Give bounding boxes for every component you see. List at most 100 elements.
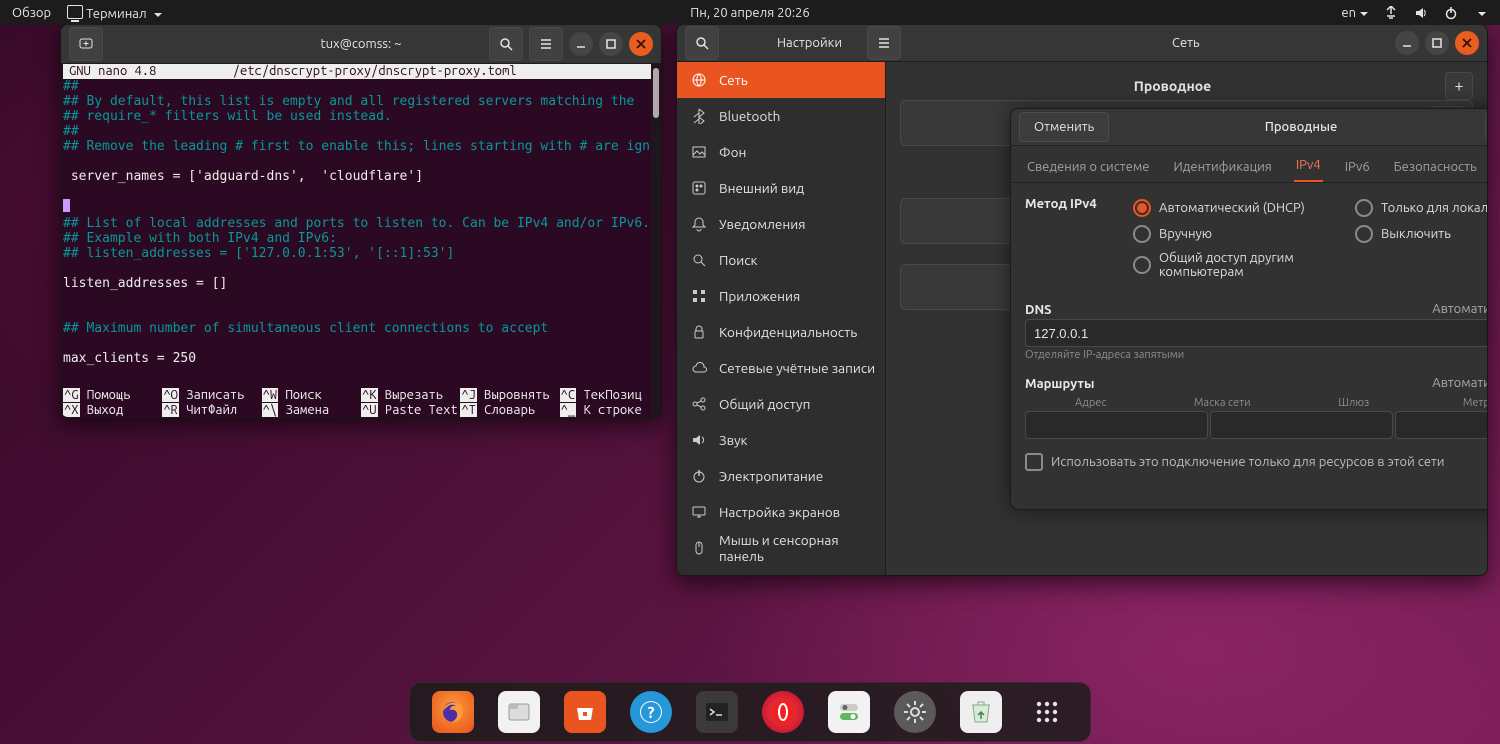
sidebar-item-power[interactable]: Электропитание [677,458,885,494]
minimize-button[interactable] [569,32,593,56]
sidebar-item-label: Настройка экранов [719,504,840,520]
terminal-content[interactable]: GNU nano 4.8 /etc/dnscrypt-proxy/dnscryp… [61,64,661,418]
dock-app-firefox[interactable] [432,691,474,733]
appearance-icon [691,180,707,196]
route-gw-input[interactable] [1395,411,1488,439]
dock-app-opera[interactable] [762,691,804,733]
sidebar-item-label: Поиск [719,252,757,268]
sidebar-item-cloud[interactable]: Сетевые учётные записи [677,350,885,386]
ipv4-method-off[interactable]: Выключить [1355,225,1488,243]
svg-text:?: ? [647,704,654,722]
sidebar-item-label: Приложения [719,288,800,304]
ipv4-method-manual[interactable]: Вручную [1133,225,1355,243]
new-tab-button[interactable] [69,27,103,61]
volume-icon[interactable] [1414,6,1428,20]
routes-label: Маршруты [1025,377,1094,391]
section-wired-title: Проводное [900,78,1445,94]
terminal-window: tux@comss: ~ GNU nano 4.8 /etc/dnscrypt-… [60,24,662,418]
activities-button[interactable]: Обзор [12,6,51,20]
cloud-icon [691,360,707,376]
add-connection-button[interactable]: + [1445,72,1473,100]
dialog-title: Проводные [1265,120,1338,134]
dock-app-software[interactable] [564,691,606,733]
share-icon [691,396,707,412]
dock-app-tweaks[interactable] [828,691,870,733]
chevron-down-icon[interactable] [1478,12,1486,20]
sidebar-item-search[interactable]: Поиск [677,242,885,278]
tab-security[interactable]: Безопасность [1392,152,1479,182]
cancel-button[interactable]: Отменить [1019,112,1109,142]
sidebar-item-label: Фон [719,144,746,160]
chevron-down-icon [154,13,162,21]
menu-button[interactable] [529,27,563,61]
tab-ipv6[interactable]: IPv6 [1343,152,1372,182]
dock-app-files[interactable] [498,691,540,733]
minimize-button[interactable] [1395,31,1419,55]
close-button[interactable] [629,32,653,56]
lang-indicator[interactable]: en [1341,6,1368,20]
sidebar-item-apps[interactable]: Приложения [677,278,885,314]
power-icon[interactable] [1444,6,1458,20]
sidebar-item-globe[interactable]: Сеть [677,62,885,98]
dock-app-trash[interactable] [960,691,1002,733]
tab-identity[interactable]: Идентификация [1172,152,1274,182]
ipv4-method-label: Метод IPv4 [1025,197,1115,289]
dock-app-settings[interactable] [894,691,936,733]
dock-app-grid[interactable] [1026,691,1068,733]
settings-header-title: Настройки [777,36,842,50]
power-icon [691,468,707,484]
sidebar-item-label: Внешний вид [719,180,804,196]
nano-shortcut-bar: ^G Помощь ^O Записать ^W Поиск ^K Выреза… [63,388,659,418]
sidebar-item-bluetooth[interactable]: Bluetooth [677,98,885,134]
close-button[interactable] [1455,31,1479,55]
ipv4-method-local[interactable]: Только для локальной сети [1355,199,1488,217]
bell-icon [691,216,707,232]
only-resources-checkbox[interactable] [1025,453,1043,471]
display-icon [691,504,707,520]
sidebar-item-appearance[interactable]: Внешний вид [677,170,885,206]
route-addr-input[interactable] [1025,411,1208,439]
sidebar-item-label: Сеть [719,72,748,88]
dns-auto-label: Автоматический [1432,302,1488,316]
dns-hint: Отделяйте IP-адреса запятыми [1025,349,1488,361]
sidebar-item-label: Звук [719,432,748,448]
settings-search-button[interactable] [685,26,719,60]
only-resources-label: Использовать это подключение только для … [1051,455,1444,469]
maximize-button[interactable] [1425,31,1449,55]
sidebar-item-background[interactable]: Фон [677,134,885,170]
globe-icon [691,72,707,88]
maximize-button[interactable] [599,32,623,56]
dns-input[interactable] [1025,319,1488,347]
sidebar-item-mouse[interactable]: Мышь и сенсорная панель [677,530,885,566]
apply-button[interactable]: Применить [1484,112,1488,142]
dock-app-help[interactable]: ? [630,691,672,733]
settings-main-pane: Проводное + + Отменить Проводные [886,62,1487,576]
app-menu[interactable]: Терминал [67,4,161,21]
sound-icon [691,432,707,448]
clock[interactable]: Пн, 20 апреля 20:26 [690,6,809,20]
sidebar-item-sound[interactable]: Звук [677,422,885,458]
tab-details[interactable]: Сведения о системе [1025,152,1152,182]
sidebar-item-label: Конфиденциальность [719,324,857,340]
route-mask-input[interactable] [1210,411,1393,439]
ipv4-method-auto[interactable]: Автоматический (DHCP) [1133,199,1355,217]
top-panel: Обзор Терминал Пн, 20 апреля 20:26 en [0,0,1500,25]
terminal-scrollbar[interactable] [651,64,661,418]
dock-app-terminal[interactable] [696,691,738,733]
settings-menu-button[interactable] [867,26,901,60]
sidebar-item-display[interactable]: Настройка экранов [677,494,885,530]
dns-label: DNS [1025,303,1052,317]
tab-ipv4[interactable]: IPv4 [1294,150,1323,182]
terminal-title: tux@comss: ~ [321,37,402,51]
connection-editor-dialog: Отменить Проводные Применить Сведения о … [1010,108,1488,510]
sidebar-item-lock[interactable]: Конфиденциальность [677,314,885,350]
route-row [1025,411,1488,439]
apps-icon [691,288,707,304]
terminal-icon [67,5,83,19]
sidebar-item-bell[interactable]: Уведомления [677,206,885,242]
sidebar-item-share[interactable]: Общий доступ [677,386,885,422]
search-button[interactable] [489,27,523,61]
search-icon [691,252,707,268]
network-icon[interactable] [1384,6,1398,20]
ipv4-method-share[interactable]: Общий доступ другим компьютерам [1133,251,1355,279]
